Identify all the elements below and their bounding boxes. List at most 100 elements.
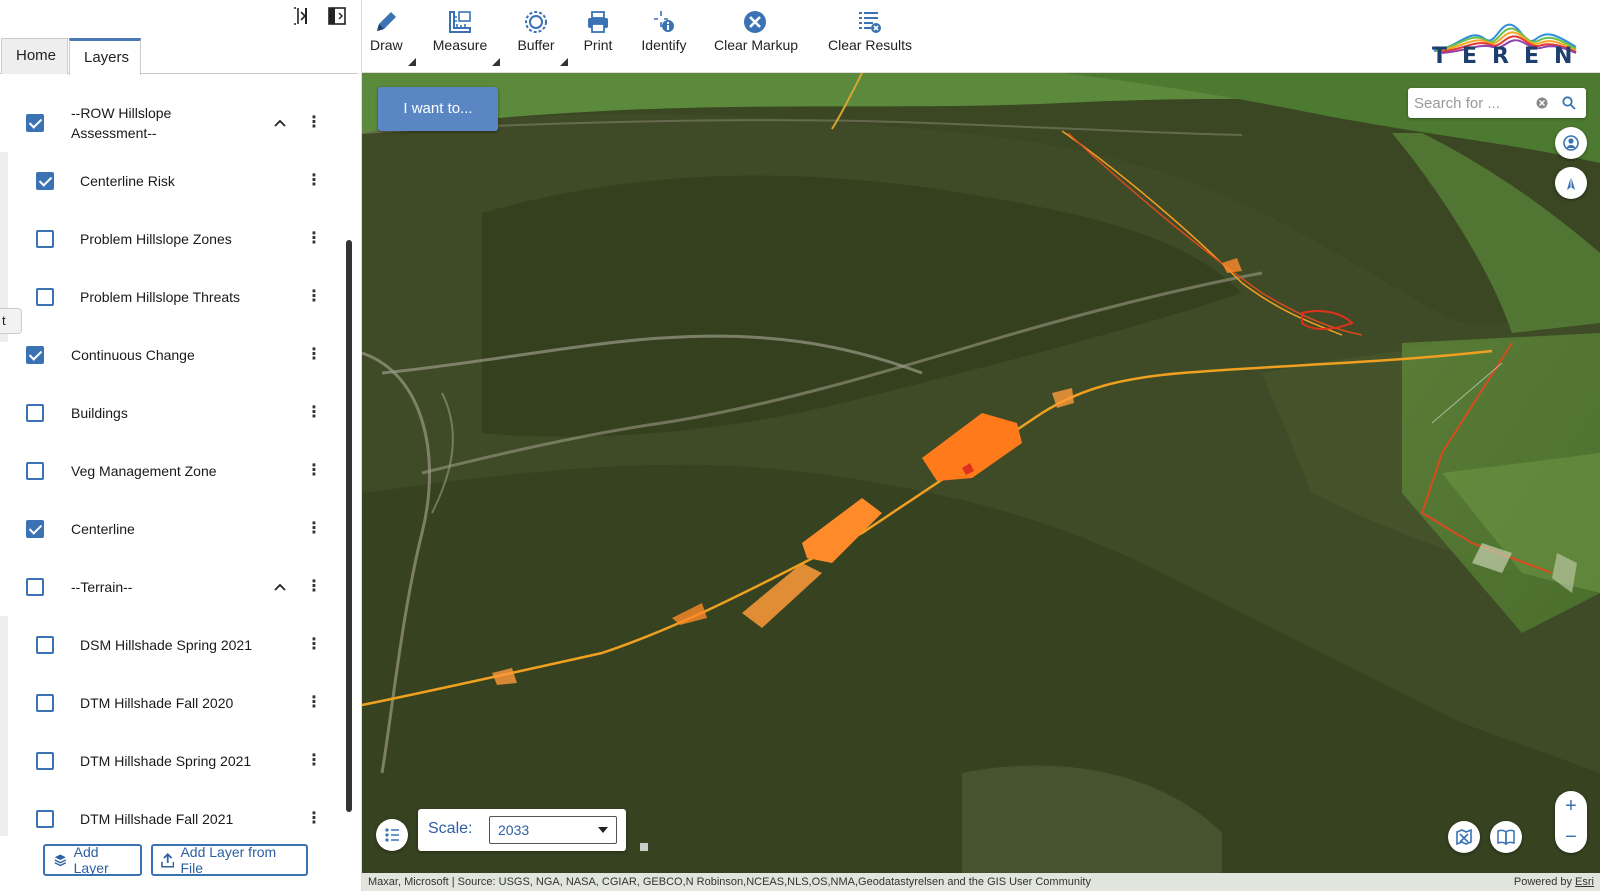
layer-row-veg-management-zone: Veg Management Zone ⋮ bbox=[0, 442, 350, 500]
aerial-terrain-imagery bbox=[362, 73, 1600, 873]
clear-search-icon[interactable] bbox=[1536, 97, 1548, 109]
legend-button[interactable] bbox=[376, 819, 408, 851]
chevron-up-icon[interactable] bbox=[272, 115, 288, 131]
layer-checkbox[interactable] bbox=[26, 114, 44, 132]
tab-layers[interactable]: Layers bbox=[69, 38, 141, 75]
measure-label: Measure bbox=[432, 37, 488, 53]
layer-row-problem-hillslope-threats: Problem Hillslope Threats ⋮ bbox=[0, 268, 350, 326]
draw-dropdown-indicator[interactable] bbox=[408, 58, 416, 66]
measure-dropdown-indicator[interactable] bbox=[492, 58, 500, 66]
panel-tabs: Home Layers bbox=[0, 34, 358, 75]
layer-label: Problem Hillslope Threats bbox=[80, 289, 241, 305]
identify-label: Identify bbox=[641, 37, 687, 53]
esri-link[interactable]: Esri bbox=[1575, 876, 1594, 888]
layer-row-terrain: --Terrain-- ⋮ bbox=[0, 558, 350, 616]
search-icon[interactable] bbox=[1562, 96, 1576, 110]
add-layer-from-file-button[interactable]: Add Layer from File bbox=[151, 844, 308, 876]
pencil-icon bbox=[377, 12, 396, 31]
layer-row-dtm-hillshade-spring-2021: DTM Hillshade Spring 2021 ⋮ bbox=[0, 732, 350, 790]
zoom-control: + − bbox=[1555, 791, 1587, 853]
layer-row-dsm-hillshade-spring-2021: DSM Hillshade Spring 2021 ⋮ bbox=[0, 616, 350, 674]
layer-checkbox[interactable] bbox=[36, 172, 54, 190]
toolbar: Draw Measure Buffer Print Identify Clear… bbox=[362, 0, 1600, 73]
panel-dock-icon[interactable] bbox=[327, 6, 347, 26]
layer-checkbox[interactable] bbox=[26, 578, 44, 596]
map-attribution: Maxar, Microsoft | Source: USGS, NGA, NA… bbox=[362, 873, 1600, 891]
clear-x-icon bbox=[744, 11, 766, 33]
layer-checkbox[interactable] bbox=[26, 520, 44, 538]
kebab-menu-icon[interactable]: ⋮ bbox=[306, 519, 322, 539]
kebab-menu-icon[interactable]: ⋮ bbox=[306, 171, 322, 191]
compass-button[interactable] bbox=[1555, 167, 1587, 199]
print-button[interactable]: Print bbox=[582, 8, 614, 53]
layer-row-row-hillslope-assessment: --ROW Hillslope Assessment-- ⋮ bbox=[0, 94, 350, 152]
side-flyout-tab[interactable]: t bbox=[0, 308, 22, 334]
layer-checkbox[interactable] bbox=[36, 288, 54, 306]
kebab-menu-icon[interactable]: ⋮ bbox=[306, 635, 322, 655]
clear-results-button[interactable]: Clear Results bbox=[828, 8, 912, 53]
layer-checkbox[interactable] bbox=[36, 810, 54, 828]
tab-home[interactable]: Home bbox=[1, 38, 68, 74]
scale-panel: Scale: 2033 bbox=[418, 809, 626, 851]
kebab-menu-icon[interactable]: ⋮ bbox=[306, 287, 322, 307]
basemap-button[interactable] bbox=[1448, 821, 1480, 853]
zoom-out-button[interactable]: − bbox=[1555, 822, 1587, 853]
layers-add-icon bbox=[54, 854, 67, 867]
kebab-menu-icon[interactable]: ⋮ bbox=[306, 403, 322, 423]
scale-resize-handle[interactable] bbox=[640, 843, 648, 851]
chevron-down-icon bbox=[598, 827, 608, 833]
upload-icon bbox=[161, 853, 175, 868]
layer-checkbox[interactable] bbox=[26, 346, 44, 364]
locate-button[interactable] bbox=[1555, 127, 1587, 159]
layer-checkbox[interactable] bbox=[26, 404, 44, 422]
search-input[interactable] bbox=[1414, 93, 1534, 113]
buffer-dropdown-indicator[interactable] bbox=[560, 58, 568, 66]
clear-markup-button[interactable]: Clear Markup bbox=[714, 8, 799, 53]
scale-value: 2033 bbox=[498, 822, 530, 838]
attribution-text: Maxar, Microsoft | Source: USGS, NGA, NA… bbox=[368, 876, 1091, 888]
identify-button[interactable]: Identify bbox=[640, 8, 688, 53]
draw-label: Draw bbox=[370, 37, 403, 53]
layer-row-centerline: Centerline ⋮ bbox=[0, 500, 350, 558]
scale-label: Scale: bbox=[428, 820, 473, 837]
identify-icon bbox=[654, 11, 674, 32]
panel-footer: Add Layer Add Layer from File bbox=[0, 836, 358, 891]
zoom-in-button[interactable]: + bbox=[1555, 791, 1587, 822]
kebab-menu-icon[interactable]: ⋮ bbox=[306, 345, 322, 365]
layer-checkbox[interactable] bbox=[26, 462, 44, 480]
kebab-menu-icon[interactable]: ⋮ bbox=[306, 809, 322, 829]
bookmarks-button[interactable] bbox=[1490, 821, 1522, 853]
kebab-menu-icon[interactable]: ⋮ bbox=[306, 461, 322, 481]
layer-checkbox[interactable] bbox=[36, 230, 54, 248]
panel-collapse-icon[interactable] bbox=[291, 6, 311, 26]
add-layer-label: Add Layer bbox=[73, 844, 109, 876]
layer-label: --Terrain-- bbox=[71, 579, 133, 595]
buffer-button[interactable]: Buffer bbox=[516, 8, 556, 53]
panel-top-tools bbox=[291, 6, 347, 26]
kebab-menu-icon[interactable]: ⋮ bbox=[306, 751, 322, 771]
layer-checkbox[interactable] bbox=[36, 752, 54, 770]
i-want-to-button[interactable]: I want to... bbox=[378, 87, 498, 131]
bookmark-icon bbox=[1497, 829, 1515, 845]
layer-list-scrollbar[interactable] bbox=[346, 240, 352, 812]
legend-icon bbox=[385, 828, 399, 842]
layer-checkbox[interactable] bbox=[36, 694, 54, 712]
layer-checkbox[interactable] bbox=[36, 636, 54, 654]
add-layer-button[interactable]: Add Layer bbox=[43, 844, 142, 876]
layer-row-centerline-risk: Centerline Risk ⋮ bbox=[0, 152, 350, 210]
clear-markup-label: Clear Markup bbox=[714, 37, 799, 53]
layer-label: DTM Hillshade Fall 2021 bbox=[80, 811, 234, 827]
layer-label: DTM Hillshade Fall 2020 bbox=[80, 695, 234, 711]
scale-select[interactable]: 2033 bbox=[489, 816, 617, 844]
map-view[interactable]: I want to... Scale: 2033 + − Maxar, Micr… bbox=[362, 73, 1600, 891]
map-search bbox=[1408, 88, 1586, 118]
layer-label: DTM Hillshade Spring 2021 bbox=[80, 753, 252, 769]
kebab-menu-icon[interactable]: ⋮ bbox=[306, 577, 322, 597]
draw-button[interactable]: Draw bbox=[370, 8, 403, 53]
powered-by: Powered by Esri bbox=[1514, 873, 1594, 891]
chevron-up-icon[interactable] bbox=[272, 579, 288, 595]
kebab-menu-icon[interactable]: ⋮ bbox=[306, 229, 322, 249]
measure-button[interactable]: Measure bbox=[432, 8, 488, 53]
kebab-menu-icon[interactable]: ⋮ bbox=[306, 693, 322, 713]
kebab-menu-icon[interactable]: ⋮ bbox=[306, 113, 322, 133]
